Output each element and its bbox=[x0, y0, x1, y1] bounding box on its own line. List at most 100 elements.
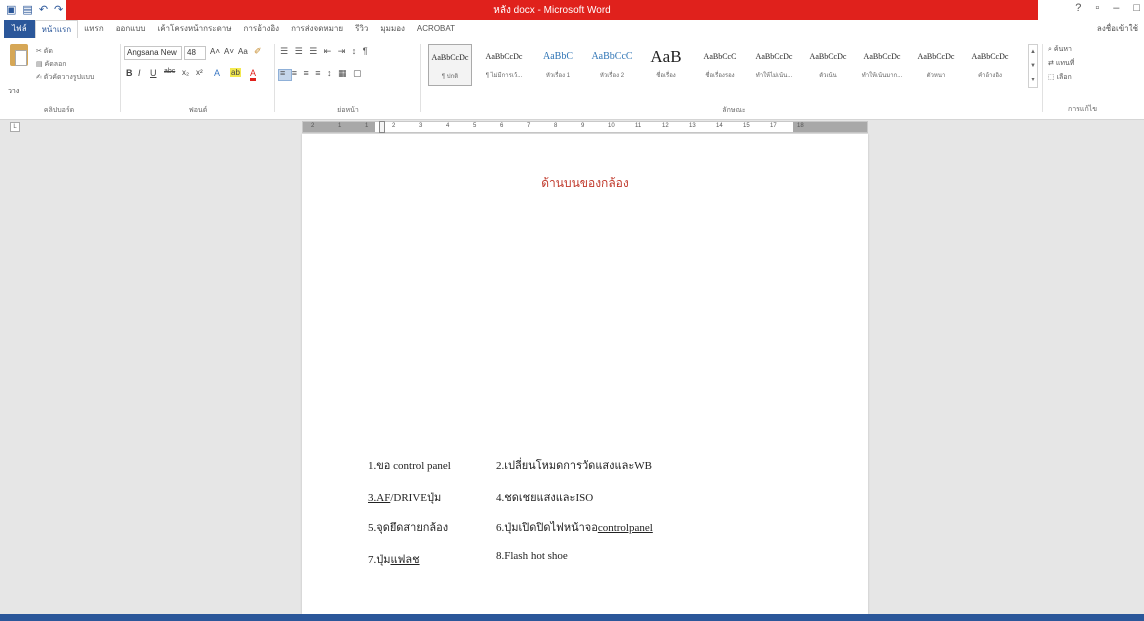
highlight-button[interactable]: ab bbox=[230, 68, 241, 77]
title-banner: หลัง docx - Microsoft Word bbox=[66, 0, 1038, 20]
label-5: 5.จุดยึดสายกล้อง bbox=[368, 522, 449, 534]
font-color-button[interactable]: A bbox=[250, 68, 257, 81]
ruler-tick: 8 bbox=[554, 123, 558, 129]
subscript-button[interactable]: x₂ bbox=[182, 68, 189, 77]
style-gallery-item[interactable]: AaBbCcC ชื่อเรื่องรอง bbox=[698, 44, 742, 86]
sign-in-link[interactable]: ลงชื่อเข้าใช้ bbox=[1097, 20, 1138, 38]
font-name-select[interactable]: Angsana New bbox=[124, 46, 182, 60]
find-label: ค้นหา bbox=[1053, 46, 1072, 53]
ruler-tick: 14 bbox=[716, 123, 723, 129]
style-gallery-item[interactable]: AaBbC หัวเรื่อง 1 bbox=[536, 44, 580, 86]
help-button[interactable]: ? bbox=[1075, 2, 1081, 14]
ruler-tick: 17 bbox=[770, 123, 777, 129]
document-canvas: ด้านบนของกล้อง 1.ขอ control panel 2.เปลี… bbox=[0, 134, 1144, 614]
indent-marker[interactable] bbox=[379, 121, 385, 133]
style-sample: AaBbCcDc bbox=[971, 52, 1009, 61]
tab-insert[interactable]: แทรก bbox=[78, 20, 110, 38]
replace-button[interactable]: ⇄ แทนที่ bbox=[1048, 58, 1074, 69]
style-sample: AaBbCcDc bbox=[863, 52, 901, 61]
styles-group-label: ลักษณะ bbox=[722, 107, 746, 114]
ruler-tick: 4 bbox=[446, 123, 450, 129]
styles-scroll[interactable]: ▲ ▼ ▾ bbox=[1028, 44, 1038, 88]
status-bar bbox=[0, 614, 1144, 621]
style-gallery-item[interactable]: AaBbCcDc ทำให้ไม่เน้น... bbox=[752, 44, 796, 86]
tab-file[interactable]: ไฟล์ bbox=[4, 20, 35, 38]
clipboard-group: วาง ✂ ตัด ▤ คัดลอก ✍ ตัวคัดวางรูปแบบ คลิ… bbox=[0, 40, 118, 118]
italic-button[interactable]: I bbox=[138, 68, 141, 78]
paragraph-group-label: ย่อหน้า bbox=[337, 107, 359, 114]
title-bar: ▣ ▤ ↶ ↷ หลัง docx - Microsoft Word ? ▫ –… bbox=[0, 0, 1144, 20]
clear-formatting-icon[interactable]: ✐ bbox=[254, 46, 262, 57]
select-button[interactable]: ⬚ เลือก bbox=[1048, 72, 1072, 83]
style-name: ¶ ไม่มีการเว้... bbox=[485, 73, 523, 79]
style-gallery-item[interactable]: AaB ชื่อเรื่อง bbox=[644, 44, 688, 86]
undo-icon[interactable]: ↶ bbox=[39, 0, 48, 20]
find-button[interactable]: ⌕ ค้นหา bbox=[1048, 44, 1072, 55]
tab-acrobat[interactable]: ACROBAT bbox=[411, 20, 461, 38]
ribbon-display-button[interactable]: ▫ bbox=[1095, 2, 1099, 14]
style-name: คำอ้างอิง bbox=[978, 73, 1002, 79]
cut-button[interactable]: ✂ ตัด bbox=[36, 46, 53, 57]
style-name: ชื่อเรื่อง bbox=[656, 73, 676, 79]
document-page[interactable]: ด้านบนของกล้อง 1.ขอ control panel 2.เปลี… bbox=[302, 134, 868, 614]
label-3: 3.AF/DRIVEปุ่ม bbox=[368, 492, 442, 504]
minimize-button[interactable]: – bbox=[1113, 2, 1119, 14]
ruler-tick: 5 bbox=[473, 123, 477, 129]
style-sample: AaBbCcDc bbox=[917, 52, 955, 61]
style-gallery-item[interactable]: AaBbCcDc ¶ ไม่มีการเว้... bbox=[482, 44, 526, 86]
superscript-button[interactable]: x² bbox=[196, 68, 203, 77]
strikethrough-button[interactable]: abc bbox=[164, 68, 175, 75]
ruler-tick: 12 bbox=[662, 123, 669, 129]
tab-design[interactable]: ออกแบบ bbox=[110, 20, 152, 38]
ruler-bar: L 2 1 1 2 3 4 5 6 7 8 9 10 11 12 13 14 15 17 18 bbox=[0, 120, 1144, 134]
label-4: 4.ชดเชยแสงและISO bbox=[496, 492, 594, 504]
font-size-select[interactable]: 48 bbox=[184, 46, 206, 60]
tab-home[interactable]: หน้าแรก bbox=[34, 20, 79, 38]
underline-button[interactable]: U bbox=[150, 68, 157, 78]
label-2: 2.เปลี่ยนโหมดการวัดแสงและWB bbox=[496, 460, 652, 472]
change-case-button[interactable]: Aa bbox=[238, 47, 248, 56]
style-gallery-item[interactable]: AaBbCcDc ทำให้เน้นมาก... bbox=[860, 44, 904, 86]
style-gallery-item[interactable]: AaBbCcDc คำอ้างอิง bbox=[968, 44, 1012, 86]
ruler-tick: 2 bbox=[392, 123, 396, 129]
list-indent-controls[interactable]: ☰ ☰ ☰ ⇤ ⇥ ↕ ¶ bbox=[280, 46, 370, 57]
save-icon[interactable]: ▤ bbox=[22, 0, 32, 20]
copy-button[interactable]: ▤ คัดลอก bbox=[36, 59, 67, 70]
tab-selector[interactable]: L bbox=[10, 122, 20, 132]
tab-layout[interactable]: เค้าโครงหน้ากระดาษ bbox=[151, 20, 237, 38]
style-name: ชื่อเรื่องรอง bbox=[705, 73, 735, 79]
redo-icon[interactable]: ↷ bbox=[54, 0, 63, 20]
ribbon-tabs: ไฟล์ หน้าแรก แทรก ออกแบบ เค้าโครงหน้ากระ… bbox=[0, 20, 1144, 38]
style-sample: AaBbCcDc bbox=[755, 52, 793, 61]
label-1: 1.ขอ control panel bbox=[368, 460, 451, 472]
grow-font-button[interactable]: A˄ bbox=[210, 47, 220, 56]
ruler-tick: 11 bbox=[635, 123, 642, 129]
style-gallery-item[interactable]: AaBbCcDc ตัวเน้น bbox=[806, 44, 850, 86]
editing-group-label: การแก้ไข bbox=[1068, 106, 1097, 113]
tab-review[interactable]: รีวิว bbox=[349, 20, 374, 38]
style-sample: AaBbCcDc bbox=[485, 52, 523, 61]
style-gallery-item[interactable]: AaBbCcDc ตัวหนา bbox=[914, 44, 958, 86]
alignment-controls[interactable]: ≡ ≡ ≡ ≡ ↕ ▦ ▢ bbox=[280, 68, 364, 79]
style-sample: AaBbCcDc bbox=[809, 52, 847, 61]
paragraph-group: ☰ ☰ ☰ ⇤ ⇥ ↕ ¶ ≡ ≡ ≡ ≡ ↕ ▦ ▢ ย่อหน้า bbox=[278, 40, 418, 118]
maximize-button[interactable]: □ bbox=[1133, 2, 1140, 14]
horizontal-ruler[interactable]: 2 1 1 2 3 4 5 6 7 8 9 10 11 12 13 14 15 17 18 bbox=[302, 121, 868, 133]
shrink-font-button[interactable]: A˅ bbox=[224, 47, 234, 56]
paste-button[interactable] bbox=[6, 42, 32, 84]
style-gallery-item[interactable]: AaBbCcDc ¶ ปกติ bbox=[428, 44, 472, 86]
label-8: 8.Flash hot shoe bbox=[496, 550, 568, 562]
word-app-icon[interactable]: ▣ bbox=[6, 0, 16, 20]
tab-view[interactable]: มุมมอง bbox=[374, 20, 411, 38]
tab-mailings[interactable]: การส่งจดหมาย bbox=[285, 20, 349, 38]
text-effects-button[interactable]: A bbox=[214, 68, 220, 78]
bold-button[interactable]: B bbox=[126, 68, 133, 78]
format-painter-button[interactable]: ✍ ตัวคัดวางรูปแบบ bbox=[36, 72, 94, 83]
tab-references[interactable]: การอ้างอิง bbox=[238, 20, 286, 38]
label-7: 7.ปุ่มแฟลช bbox=[368, 554, 420, 566]
style-sample: AaBbC bbox=[543, 51, 573, 62]
style-gallery-item[interactable]: AaBbCcC หัวเรื่อง 2 bbox=[590, 44, 634, 86]
style-name: ทำให้เน้นมาก... bbox=[861, 73, 903, 79]
document-heading: ด้านบนของกล้อง bbox=[541, 176, 629, 190]
ruler-tick: 1 bbox=[338, 123, 342, 129]
